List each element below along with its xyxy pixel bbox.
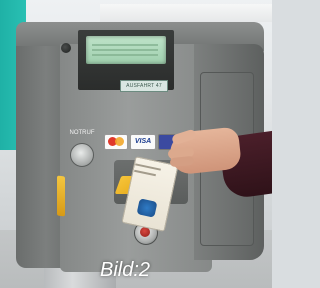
- exit-label: AUSFAHRT 47: [120, 80, 168, 92]
- mastercard-logo: [104, 134, 128, 150]
- display-text-lines: [92, 44, 158, 58]
- side-indicator-light: [57, 175, 65, 217]
- ticket-logo: [136, 198, 158, 218]
- screw-icon: [61, 43, 71, 53]
- visa-logo: VISA: [130, 134, 156, 150]
- photo-scene: AUSFAHRT 47 NOTRUF VISA Bild:2: [0, 0, 272, 288]
- machine-left-side: [16, 46, 66, 268]
- image-caption: Bild:2: [100, 259, 151, 281]
- ceiling: [100, 4, 272, 22]
- emergency-label: NOTRUF: [69, 130, 95, 136]
- mastercard-yellow-circle: [115, 137, 124, 146]
- emergency-call-button[interactable]: [70, 143, 94, 167]
